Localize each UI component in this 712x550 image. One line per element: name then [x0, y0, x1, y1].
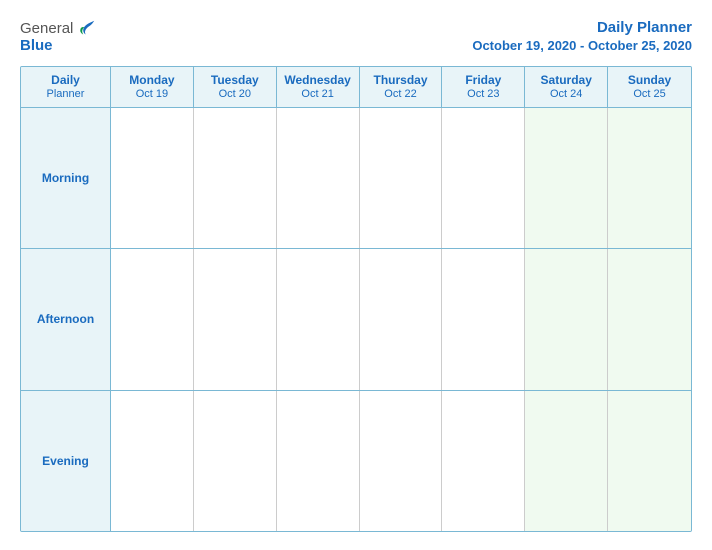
header-wednesday: Wednesday Oct 21	[277, 67, 360, 107]
morning-wednesday[interactable]	[277, 108, 360, 248]
afternoon-monday[interactable]	[111, 249, 194, 389]
header-sunday: Sunday Oct 25	[608, 67, 691, 107]
evening-friday[interactable]	[442, 391, 525, 531]
afternoon-friday[interactable]	[442, 249, 525, 389]
logo-blue: Blue	[20, 38, 53, 53]
morning-monday[interactable]	[111, 108, 194, 248]
morning-saturday[interactable]	[525, 108, 608, 248]
header-label-cell: Daily Planner	[21, 67, 111, 107]
evening-wednesday[interactable]	[277, 391, 360, 531]
logo: General Blue	[20, 18, 97, 53]
morning-tuesday[interactable]	[194, 108, 277, 248]
page: General Blue Daily Planner October 19, 2…	[0, 0, 712, 550]
afternoon-wednesday[interactable]	[277, 249, 360, 389]
header-friday: Friday Oct 23	[442, 67, 525, 107]
morning-label-cell: Morning	[21, 108, 111, 248]
logo-bird-icon	[75, 18, 97, 40]
evening-monday[interactable]	[111, 391, 194, 531]
evening-sunday[interactable]	[608, 391, 691, 531]
evening-label-cell: Evening	[21, 391, 111, 531]
calendar: Daily Planner Monday Oct 19 Tuesday Oct …	[20, 66, 692, 532]
header-saturday-day: Saturday	[541, 73, 592, 87]
header-daily-label: Daily	[51, 73, 80, 87]
header-wednesday-date: Oct 21	[301, 88, 333, 101]
evening-label: Evening	[42, 454, 89, 468]
title-sub: October 19, 2020 - October 25, 2020	[472, 38, 692, 55]
calendar-header: Daily Planner Monday Oct 19 Tuesday Oct …	[21, 67, 691, 108]
morning-sunday[interactable]	[608, 108, 691, 248]
evening-tuesday[interactable]	[194, 391, 277, 531]
afternoon-saturday[interactable]	[525, 249, 608, 389]
header-monday-date: Oct 19	[136, 88, 168, 101]
afternoon-label: Afternoon	[37, 312, 94, 326]
header-planner-label: Planner	[47, 88, 85, 101]
logo-general: General	[20, 21, 73, 36]
header-tuesday: Tuesday Oct 20	[194, 67, 277, 107]
header-friday-day: Friday	[465, 73, 501, 87]
header-monday: Monday Oct 19	[111, 67, 194, 107]
afternoon-sunday[interactable]	[608, 249, 691, 389]
header-sunday-day: Sunday	[628, 73, 671, 87]
afternoon-tuesday[interactable]	[194, 249, 277, 389]
header-tuesday-date: Oct 20	[219, 88, 251, 101]
header-saturday: Saturday Oct 24	[525, 67, 608, 107]
header-saturday-date: Oct 24	[550, 88, 582, 101]
header-thursday-day: Thursday	[373, 73, 427, 87]
afternoon-thursday[interactable]	[360, 249, 443, 389]
title-main: Daily Planner	[472, 18, 692, 38]
evening-saturday[interactable]	[525, 391, 608, 531]
morning-thursday[interactable]	[360, 108, 443, 248]
header-friday-date: Oct 23	[467, 88, 499, 101]
afternoon-label-cell: Afternoon	[21, 249, 111, 389]
header-thursday-date: Oct 22	[384, 88, 416, 101]
header-wednesday-day: Wednesday	[284, 73, 350, 87]
morning-row: Morning	[21, 108, 691, 249]
title-block: Daily Planner October 19, 2020 - October…	[472, 18, 692, 54]
header-monday-day: Monday	[129, 73, 174, 87]
morning-friday[interactable]	[442, 108, 525, 248]
afternoon-row: Afternoon	[21, 249, 691, 390]
header: General Blue Daily Planner October 19, 2…	[20, 18, 692, 54]
header-thursday: Thursday Oct 22	[360, 67, 443, 107]
evening-row: Evening	[21, 391, 691, 531]
header-sunday-date: Oct 25	[633, 88, 665, 101]
calendar-body: Morning Afternoon	[21, 108, 691, 531]
morning-label: Morning	[42, 171, 89, 185]
evening-thursday[interactable]	[360, 391, 443, 531]
header-tuesday-day: Tuesday	[211, 73, 259, 87]
